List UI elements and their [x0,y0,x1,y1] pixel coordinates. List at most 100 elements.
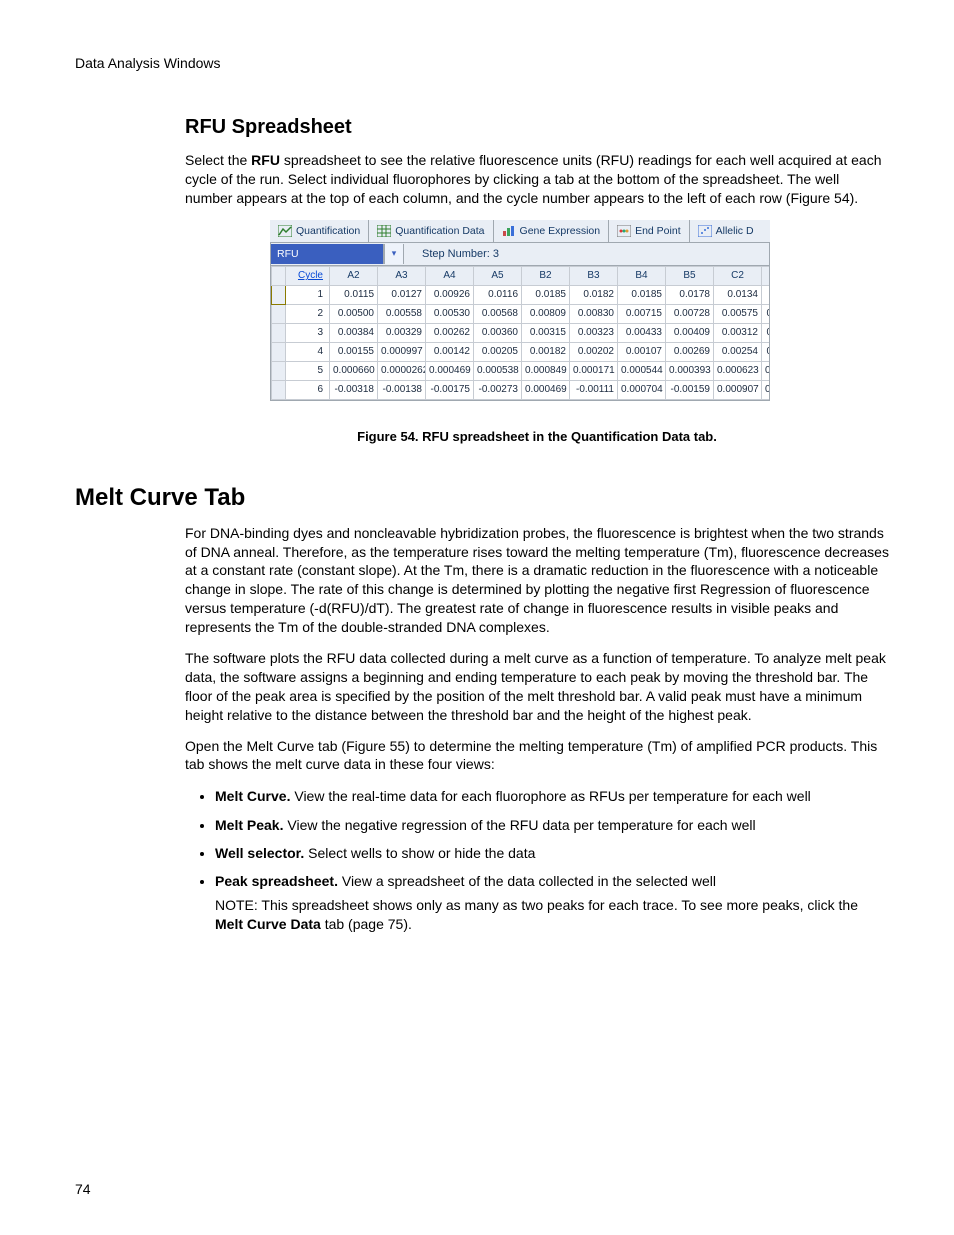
data-cell: 0.0 [762,380,771,399]
rfu-dropdown[interactable]: RFU [271,244,384,264]
note-text: tab (page 75). [321,916,412,932]
table-row[interactable]: 6-0.00318-0.00138-0.00175-0.002730.00046… [272,380,771,399]
row-handle[interactable] [272,380,286,399]
bullet-text: View a spreadsheet of the data collected… [338,873,716,889]
step-number-label: Step Number: 3 [404,248,499,260]
data-cell: 0.00254 [714,342,762,361]
chevron-down-icon[interactable]: ▾ [384,244,404,264]
bullet-text: Select wells to show or hide the data [304,845,535,861]
data-cell: 0.00323 [570,323,618,342]
note-text: NOTE: This spreadsheet shows only as man… [215,897,858,913]
table-row[interactable]: 40.001550.0009970.001420.002050.001820.0… [272,342,771,361]
column-header[interactable]: A3 [378,266,426,285]
data-cell: 0.000544 [618,361,666,380]
table-row[interactable]: 10.01150.01270.009260.01160.01850.01820.… [272,285,771,304]
row-handle[interactable] [272,342,286,361]
column-header[interactable]: B4 [618,266,666,285]
data-cell: 0.0178 [666,285,714,304]
row-handle[interactable] [272,323,286,342]
data-cell: -0.00273 [474,380,522,399]
data-cell: 0.000538 [474,361,522,380]
bullet-text: View the negative regression of the RFU … [283,817,755,833]
tab-quantification[interactable]: Quantification [270,220,369,242]
cycle-cell: 5 [286,361,330,380]
data-cell: 0.000907 [714,380,762,399]
body-column-2: For DNA-binding dyes and noncleavable hy… [185,524,889,935]
tab-allelic[interactable]: Allelic D [690,220,762,242]
data-cell: 0 [762,304,771,323]
data-cell: 0.00728 [666,304,714,323]
data-cell: 0.0182 [570,285,618,304]
tab-label: End Point [635,225,681,237]
data-cell: 0.000997 [378,342,426,361]
data-cell: 0.0185 [522,285,570,304]
tab-quantification-data[interactable]: Quantification Data [369,220,493,242]
data-cell: 0.00205 [474,342,522,361]
dots-icon [617,225,631,237]
bullet-bold: Melt Peak. [215,817,283,833]
data-cell: 0.00202 [570,342,618,361]
data-cell: 0.0185 [618,285,666,304]
data-cell: 0 [762,323,771,342]
tab-gene-expression[interactable]: Gene Expression [494,220,610,242]
column-header[interactable]: A5 [474,266,522,285]
tab-label: Allelic D [716,225,754,237]
row-handle[interactable] [272,285,286,304]
row-handle[interactable] [272,361,286,380]
bullet-bold: Melt Curve. [215,788,290,804]
column-header-cycle[interactable]: Cycle [286,266,330,285]
column-header[interactable]: B3 [570,266,618,285]
data-cell: 0.0000262 [378,361,426,380]
data-cell: 0.000704 [618,380,666,399]
column-header[interactable] [762,266,771,285]
data-cell: 0 [762,342,771,361]
column-header[interactable]: B2 [522,266,570,285]
tab-label: Quantification Data [395,225,484,237]
data-cell: 0.00312 [714,323,762,342]
paragraph-rfu-intro: Select the RFU spreadsheet to see the re… [185,151,889,208]
bullet-bold: Peak spreadsheet. [215,873,338,889]
figure-caption: Figure 54. RFU spreadsheet in the Quanti… [185,429,889,444]
body-column: RFU Spreadsheet Select the RFU spreadshe… [185,116,889,444]
data-cell: -0.00318 [330,380,378,399]
note-block: NOTE: This spreadsheet shows only as man… [215,896,889,935]
row-handle[interactable] [272,304,286,323]
sub-toolbar: RFU ▾ Step Number: 3 [270,243,770,266]
rfu-table: Cycle A2 A3 A4 A5 B2 B3 B4 B5 C2 [271,266,770,400]
column-header[interactable]: B5 [666,266,714,285]
column-header[interactable]: A2 [330,266,378,285]
cycle-cell: 4 [286,342,330,361]
list-item: Melt Curve. View the real-time data for … [215,786,889,806]
data-cell: 0.000623 [714,361,762,380]
data-cell: -0.00111 [570,380,618,399]
data-cell: -0.00159 [666,380,714,399]
table-row[interactable]: 50.0006600.00002620.0004690.0005380.0008… [272,361,771,380]
column-header[interactable]: A4 [426,266,474,285]
column-header[interactable]: C2 [714,266,762,285]
data-cell: 0.00568 [474,304,522,323]
table-row[interactable]: 20.005000.005580.005300.005680.008090.00… [272,304,771,323]
table-row[interactable]: 30.003840.003290.002620.003600.003150.00… [272,323,771,342]
data-cell: 0.00329 [378,323,426,342]
list-item: Peak spreadsheet. View a spreadsheet of … [215,871,889,934]
tab-label: Quantification [296,225,360,237]
tab-strip: Quantification Quantification Data Gene … [270,220,770,243]
figure-54: Quantification Quantification Data Gene … [270,220,770,401]
bullet-list: Melt Curve. View the real-time data for … [185,786,889,934]
data-cell: 0.00360 [474,323,522,342]
tab-end-point[interactable]: End Point [609,220,690,242]
bullet-text: View the real-time data for each fluorop… [290,788,810,804]
note-bold: Melt Curve Data [215,916,321,932]
table-header-row: Cycle A2 A3 A4 A5 B2 B3 B4 B5 C2 [272,266,771,285]
data-cell: 0.00315 [522,323,570,342]
data-cell: 0.00715 [618,304,666,323]
text-span: spreadsheet to see the relative fluoresc… [185,152,881,206]
data-cell: 0.0127 [378,285,426,304]
data-cell: 0.00262 [426,323,474,342]
data-cell: 0.0 [762,361,771,380]
data-cell: 0.00142 [426,342,474,361]
data-cell: 0.00926 [426,285,474,304]
corner-cell [272,266,286,285]
list-item: Melt Peak. View the negative regression … [215,815,889,835]
heading-rfu-spreadsheet: RFU Spreadsheet [185,116,889,139]
